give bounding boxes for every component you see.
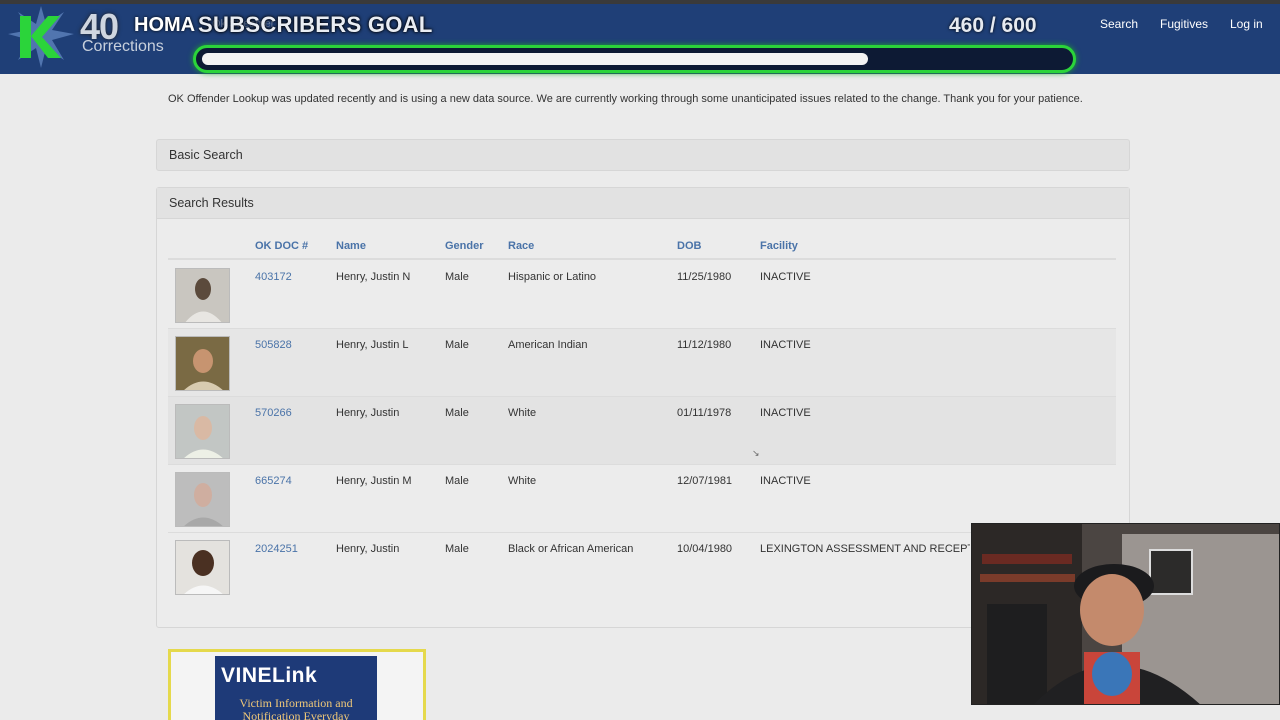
column-header-name[interactable]: Name [336, 240, 366, 252]
basic-search-panel[interactable]: Basic Search [156, 139, 1130, 171]
subscriber-goal-progress-fill [202, 53, 868, 65]
vinelink-tagline-2: Notification Everyday [242, 709, 350, 720]
offender-gender: Male [445, 339, 469, 351]
column-header-facility[interactable]: Facility [760, 240, 798, 252]
subscriber-goal-count: 460 / 600 [949, 14, 1037, 37]
offender-facility: INACTIVE [760, 475, 811, 487]
basic-search-panel-title[interactable]: Basic Search [169, 148, 243, 162]
column-header-doc[interactable]: OK DOC # [255, 240, 308, 252]
column-header-race[interactable]: Race [508, 240, 534, 252]
offender-dob: 12/07/1981 [677, 475, 733, 487]
vinelink-banner[interactable]: VINELink Victim Information and Notifica… [215, 656, 377, 720]
offender-race: American Indian [508, 339, 588, 351]
offender-doc-link[interactable]: 403172 [255, 271, 292, 283]
offender-facility: INACTIVE [760, 407, 811, 419]
offender-dob: 11/25/1980 [677, 271, 732, 283]
offender-gender: Male [445, 475, 469, 487]
offender-dob: 01/11/1978 [677, 407, 732, 419]
site-name[interactable]: HOMA [134, 14, 195, 37]
site-subtitle: Corrections [82, 38, 164, 55]
offender-gender: Male [445, 543, 469, 555]
results-table-header: OK DOC # Name Gender Race DOB Facility [168, 232, 1116, 260]
offender-race: Black or African American [508, 543, 634, 555]
offender-photo[interactable] [175, 336, 230, 391]
vinelink-logo: VINELink [221, 664, 318, 687]
offender-race: Hispanic or Latino [508, 271, 597, 283]
header-top-border [0, 0, 1280, 4]
offender-doc-link[interactable]: 505828 [255, 339, 292, 351]
offender-name: Henry, Justin [336, 543, 400, 555]
offender-dob: 11/12/1980 [677, 339, 732, 351]
offender-facility: INACTIVE [760, 339, 811, 351]
offender-photo[interactable] [175, 404, 230, 459]
offender-doc-link[interactable]: 2024251 [255, 543, 298, 555]
update-notice: OK Offender Lookup was updated recently … [168, 93, 1083, 105]
offender-gender: Male [445, 271, 469, 283]
offender-race: White [508, 407, 537, 419]
streamer-webcam-overlay [971, 523, 1280, 705]
table-row[interactable]: 403172 Henry, Justin N Male Hispanic or … [168, 261, 1116, 329]
offender-dob: 10/04/1980 [677, 543, 733, 555]
column-header-gender[interactable]: Gender [445, 240, 484, 252]
offender-doc-link[interactable]: 665274 [255, 475, 292, 487]
nav-fugitives-link[interactable]: Fugitives [1160, 17, 1208, 31]
nav-search-link[interactable]: Search [1100, 17, 1138, 31]
offender-name: Henry, Justin L [336, 339, 409, 351]
offender-doc-link[interactable]: 570266 [255, 407, 292, 419]
cursor-icon: ↘ [752, 448, 760, 458]
offender-name: Henry, Justin [336, 407, 400, 419]
vinelink-ad[interactable]: VINELink Victim Information and Notifica… [168, 649, 426, 720]
subscriber-goal-title: SUBSCRIBERS GOAL [198, 12, 433, 37]
channel-logo [6, 4, 76, 70]
offender-photo[interactable] [175, 540, 230, 595]
column-header-dob[interactable]: DOB [677, 240, 701, 252]
offender-photo[interactable] [175, 472, 230, 527]
site-header: 40 HOMA Corrections Ok Streamer SUBSCRIB… [0, 0, 1280, 74]
subscriber-goal-progress-bar [193, 45, 1076, 73]
search-results-panel-header: Search Results [157, 188, 1129, 219]
offender-race: White [508, 475, 537, 487]
offender-name: Henry, Justin N [336, 271, 411, 283]
offender-gender: Male [445, 407, 469, 419]
offender-facility: LEXINGTON ASSESSMENT AND RECEPTION [760, 543, 970, 555]
table-row[interactable]: 570266 Henry, Justin Male White 01/11/19… [168, 397, 1116, 465]
search-results-panel-title: Search Results [169, 196, 254, 210]
offender-photo[interactable] [175, 268, 230, 323]
table-row[interactable]: 505828 Henry, Justin L Male American Ind… [168, 329, 1116, 397]
offender-name: Henry, Justin M [336, 475, 412, 487]
offender-facility: INACTIVE [760, 271, 811, 283]
nav-login-link[interactable]: Log in [1230, 17, 1263, 31]
